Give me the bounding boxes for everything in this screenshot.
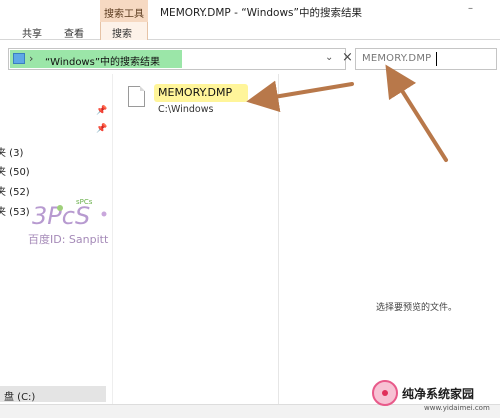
- result-file-path: C:\Windows: [158, 104, 214, 115]
- pane-divider[interactable]: [278, 74, 279, 404]
- watermark-logo: 3PcS sPCs: [32, 198, 107, 230]
- result-file-name[interactable]: MEMORY.DMP: [158, 86, 232, 99]
- ribbon-tabs: 共享 查看 搜索: [0, 22, 500, 40]
- address-dropdown-icon[interactable]: ⌄: [325, 52, 333, 63]
- pin-icon[interactable]: 📌: [96, 106, 107, 116]
- watermark-flower-icon: [57, 205, 63, 211]
- text-caret: [436, 52, 437, 66]
- nav-item-folder[interactable]: 夹 (50): [0, 163, 30, 178]
- search-query: MEMORY.DMP: [362, 53, 432, 64]
- watermark-flower-icon: [101, 211, 107, 217]
- nav-item-drive[interactable]: 盘 (C:): [0, 386, 106, 403]
- watermark-caption: 百度ID: Sanpitt: [28, 233, 109, 246]
- pin-icon[interactable]: 📌: [96, 124, 107, 134]
- preview-message: 选择要预览的文件。: [376, 303, 458, 313]
- brand-logo-dot: [382, 390, 388, 396]
- results-pane: [112, 74, 278, 404]
- nav-item-folder[interactable]: 夹 (3): [0, 144, 23, 159]
- brand-title: 纯净系统家园: [402, 387, 475, 401]
- tab-share[interactable]: 共享: [22, 25, 42, 40]
- arrow-to-search: [385, 64, 448, 162]
- breadcrumb-chevron-icon[interactable]: ›: [29, 52, 33, 65]
- drive-label: 盘 (C:): [4, 392, 36, 403]
- brand-url: www.yidaimei.com: [424, 404, 490, 412]
- watermark-logo-sup: sPCs: [76, 198, 93, 206]
- breadcrumb[interactable]: “Windows”中的搜索结果: [45, 53, 160, 68]
- close-search-icon[interactable]: ×: [342, 50, 353, 65]
- search-input[interactable]: MEMORY.DMP: [355, 48, 497, 70]
- tab-view[interactable]: 查看: [64, 25, 84, 40]
- window-title: MEMORY.DMP - “Windows”中的搜索结果: [160, 7, 362, 19]
- tab-search[interactable]: 搜索: [112, 25, 132, 40]
- search-results-folder-icon: [13, 53, 25, 64]
- address-row: › “Windows”中的搜索结果 ⌄ × MEMORY.DMP: [0, 46, 500, 72]
- file-corner: [140, 86, 145, 91]
- context-tab-search-tools[interactable]: 搜索工具: [104, 5, 144, 20]
- address-bar[interactable]: › “Windows”中的搜索结果 ⌄ ×: [8, 48, 353, 70]
- explorer-window: 搜索工具 MEMORY.DMP - “Windows”中的搜索结果 – 共享 查…: [0, 0, 500, 418]
- minimize-button[interactable]: –: [468, 3, 473, 14]
- title-bar: 搜索工具 MEMORY.DMP - “Windows”中的搜索结果 –: [0, 0, 500, 22]
